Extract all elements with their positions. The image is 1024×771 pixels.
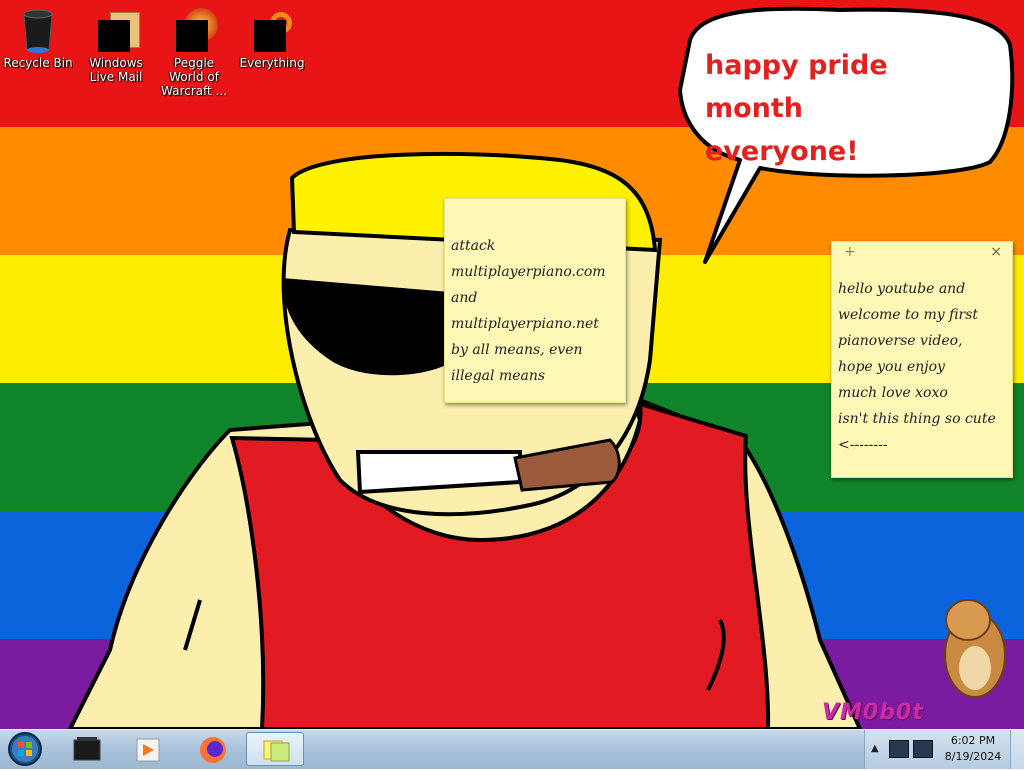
windows-live-mail-glyph — [92, 6, 140, 54]
peggle-world-of-warcraft-icon[interactable]: Peggle World of Warcraft ... — [156, 6, 232, 98]
windows-media-player-icon[interactable] — [118, 732, 176, 766]
sticky-note-2-titlebar[interactable]: + × — [832, 242, 1012, 262]
sticky-note-2-line: isn't this thing so cute — [838, 411, 996, 427]
sticky-note-2-line: much love xoxo — [838, 385, 948, 401]
show-hidden-icons-icon[interactable]: ▲ — [871, 743, 879, 754]
sticky-note-1-line: illegal means — [451, 368, 546, 384]
start-orb-icon[interactable] — [4, 731, 46, 767]
recycle-bin-label: Recycle Bin — [3, 56, 73, 70]
everything-label: Everything — [239, 56, 305, 70]
sticky-note-2-line: pianoverse video, — [838, 333, 963, 349]
volume-icon[interactable] — [913, 740, 933, 758]
system-tray: ▲ 6:02 PM 8/19/2024 — [864, 730, 1024, 769]
clock[interactable]: 6:02 PM 8/19/2024 — [941, 733, 1005, 765]
sticky-note-2-line: hello youtube and — [838, 281, 966, 297]
sticky-note-2-line: hope you enjoy — [838, 359, 945, 375]
sticky-note-2-body[interactable]: hello youtube and welcome to my first pi… — [832, 262, 1012, 458]
media-center-icon[interactable] — [58, 732, 116, 766]
speech-line-2: everyone! — [705, 136, 859, 167]
speech-bubble-text: happy pride month everyone! — [705, 44, 985, 173]
sticky-note-2[interactable]: + × hello youtube and welcome to my firs… — [831, 241, 1013, 478]
network-icon[interactable] — [889, 740, 909, 758]
clock-time: 6:02 PM — [950, 734, 996, 747]
sticky-note-2-line: <-------- — [838, 437, 888, 453]
everything-glyph — [248, 6, 296, 54]
peggle-label: Peggle World of Warcraft ... — [161, 56, 227, 98]
peggle-glyph — [170, 6, 218, 54]
show-desktop-button[interactable] — [1010, 730, 1024, 769]
close-icon[interactable]: × — [990, 244, 1002, 260]
sticky-note-1[interactable]: attack multiplayerpiano.com and multipla… — [444, 198, 626, 403]
sticky-note-1-line: by all means, even — [451, 342, 583, 358]
sticky-note-1-body[interactable]: attack multiplayerpiano.com and multipla… — [445, 199, 625, 389]
speech-line-1: happy pride month — [705, 50, 888, 124]
sticky-note-1-line: multiplayerpiano.com — [451, 264, 606, 280]
watermark-text: VM0b0t — [822, 700, 924, 725]
recycle-bin-icon[interactable]: Recycle Bin — [0, 6, 76, 70]
sticky-notes-icon[interactable] — [246, 732, 304, 766]
desktop[interactable]: Recycle Bin Windows Live Mail Peggle Wor… — [0, 0, 1024, 729]
add-note-icon[interactable]: + — [844, 244, 856, 260]
taskbar: ▲ 6:02 PM 8/19/2024 — [0, 729, 1024, 769]
windows-live-mail-label: Windows Live Mail — [89, 56, 143, 84]
sticky-note-1-line: multiplayerpiano.net — [451, 316, 599, 332]
recycle-bin-glyph — [14, 6, 62, 54]
sticky-note-2-line: welcome to my first — [838, 307, 979, 323]
clock-date: 8/19/2024 — [944, 750, 1002, 763]
sticky-note-1-line: attack — [451, 238, 496, 254]
sticky-note-1-line: and — [451, 290, 478, 306]
everything-icon[interactable]: Everything — [234, 6, 310, 70]
windows-live-mail-icon[interactable]: Windows Live Mail — [78, 6, 154, 84]
firefox-icon[interactable] — [184, 732, 242, 766]
